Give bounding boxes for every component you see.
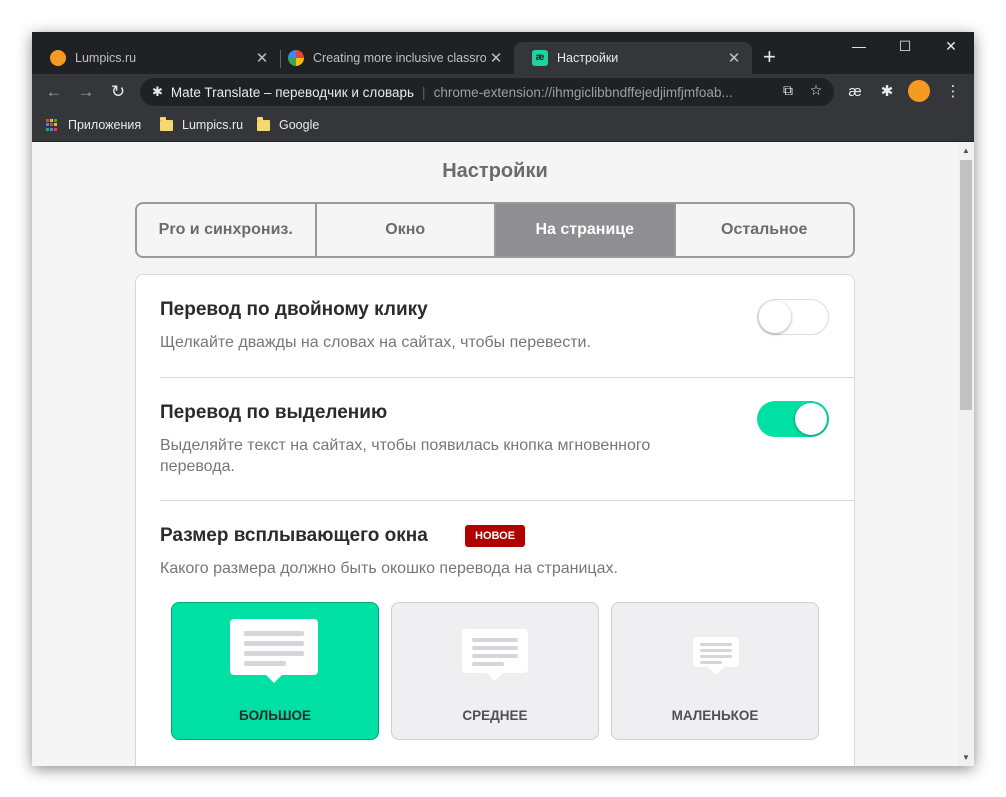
toolbar: ← → ↻ ✱ Mate Translate – переводчик и сл… <box>32 74 974 110</box>
bookmark-google[interactable]: Google <box>257 116 320 132</box>
bookmark-lumpics[interactable]: Lumpics.ru <box>160 116 244 132</box>
divider <box>160 377 854 378</box>
translate-page-icon[interactable]: ⧉ <box>778 82 798 99</box>
tab-other[interactable]: Остальное <box>676 204 854 256</box>
divider <box>160 500 854 501</box>
page-title: Настройки <box>442 160 548 182</box>
selection-title: Перевод по выделению <box>160 402 388 423</box>
mate-translate-icon: æ <box>532 50 548 66</box>
size-option-medium[interactable]: СРЕДНЕЕ <box>391 602 599 740</box>
forward-icon[interactable]: → <box>74 80 98 104</box>
double-click-toggle[interactable] <box>757 299 829 335</box>
mate-extension-icon[interactable]: æ <box>844 82 866 102</box>
size-option-label: СРЕДНЕЕ <box>462 708 528 723</box>
scroll-up-icon[interactable]: ▲ <box>958 146 974 155</box>
double-click-title: Перевод по двойному клику <box>160 299 428 320</box>
puzzle-icon: ✱ <box>152 84 163 99</box>
settings-tabs: Pro и синхрониз. Окно На странице Осталь… <box>135 202 855 258</box>
popup-size-desc: Какого размера должно быть окошко перево… <box>160 560 618 577</box>
toggle-knob <box>795 403 827 435</box>
close-icon[interactable]: ✕ <box>252 49 272 67</box>
tab-settings[interactable]: æ Настройки ✕ <box>514 42 752 74</box>
tab-pro-sync[interactable]: Pro и синхрониз. <box>137 204 317 256</box>
google-icon <box>288 50 304 66</box>
profile-avatar[interactable] <box>908 80 930 102</box>
scrollbar-thumb[interactable] <box>960 160 972 410</box>
tab-creating-inclusive[interactable]: Creating more inclusive classroom ✕ <box>270 42 514 74</box>
bookmark-label: Приложения <box>68 118 142 132</box>
divider: | <box>422 84 426 100</box>
bookmark-apps[interactable]: Приложения <box>46 118 141 132</box>
close-icon[interactable]: ✕ <box>486 49 506 67</box>
tab-on-page[interactable]: На странице <box>496 204 676 256</box>
size-option-label: МАЛЕНЬКОЕ <box>671 708 759 723</box>
close-icon[interactable]: ✕ <box>724 49 744 67</box>
page-content: Настройки Pro и синхрониз. Окно На стран… <box>32 142 958 766</box>
tab-lumpics[interactable]: Lumpics.ru ✕ <box>32 42 280 74</box>
new-badge: НОВОЕ <box>465 525 526 547</box>
bookmark-label: Google <box>279 118 320 132</box>
tab-title: Creating more inclusive classroom <box>313 51 486 65</box>
popup-size-title: Размер всплывающего окна <box>160 525 428 546</box>
popup-small-icon <box>693 637 739 675</box>
size-option-large[interactable]: БОЛЬШОЕ <box>171 602 379 740</box>
window-close-icon[interactable]: ✕ <box>936 38 966 55</box>
back-icon[interactable]: ← <box>42 80 66 104</box>
selection-desc: Выделяйте текст на сайтах, чтобы появила… <box>160 437 651 475</box>
popup-medium-icon <box>462 629 528 681</box>
size-option-label: БОЛЬШОЕ <box>238 708 312 723</box>
menu-icon[interactable]: ⋮ <box>942 82 964 102</box>
address-bar[interactable]: ✱ Mate Translate – переводчик и словарь … <box>140 78 834 106</box>
apps-icon <box>46 119 58 131</box>
maximize-icon[interactable]: ☐ <box>890 38 920 55</box>
url-text: chrome-extension://ihmgiclibbndffejedjim… <box>433 84 733 100</box>
bookmark-folder-icon <box>257 116 270 131</box>
tab-window[interactable]: Окно <box>317 204 496 256</box>
bookmark-folder-icon <box>160 116 173 131</box>
site-name: Mate Translate – переводчик и словарь <box>170 84 415 100</box>
settings-card: Перевод по двойному клику Щелкайте дважд… <box>135 274 855 766</box>
selection-toggle[interactable] <box>757 401 829 437</box>
reload-icon[interactable]: ↻ <box>106 80 130 104</box>
browser-window: Lumpics.ru ✕ Creating more inclusive cla… <box>32 32 974 766</box>
tab-title: Lumpics.ru <box>75 51 137 65</box>
page-scrollbar[interactable]: ▲ ▼ <box>958 142 974 766</box>
extensions-icon[interactable]: ✱ <box>876 82 898 102</box>
popup-large-icon <box>230 619 318 683</box>
orange-icon <box>50 50 66 66</box>
scroll-down-icon[interactable]: ▼ <box>958 753 974 762</box>
new-tab-button[interactable]: + <box>763 46 776 68</box>
minimize-icon[interactable]: — <box>844 38 874 54</box>
bookmarks-bar: Приложения Lumpics.ru Google <box>32 110 974 142</box>
toggle-knob <box>759 301 791 333</box>
tab-strip: Lumpics.ru ✕ Creating more inclusive cla… <box>32 32 974 74</box>
star-icon[interactable]: ☆ <box>806 82 826 99</box>
size-option-small[interactable]: МАЛЕНЬКОЕ <box>611 602 819 740</box>
tab-title: Настройки <box>557 51 619 65</box>
double-click-desc: Щелкайте дважды на словах на сайтах, что… <box>160 334 591 351</box>
bookmark-label: Lumpics.ru <box>182 118 244 132</box>
